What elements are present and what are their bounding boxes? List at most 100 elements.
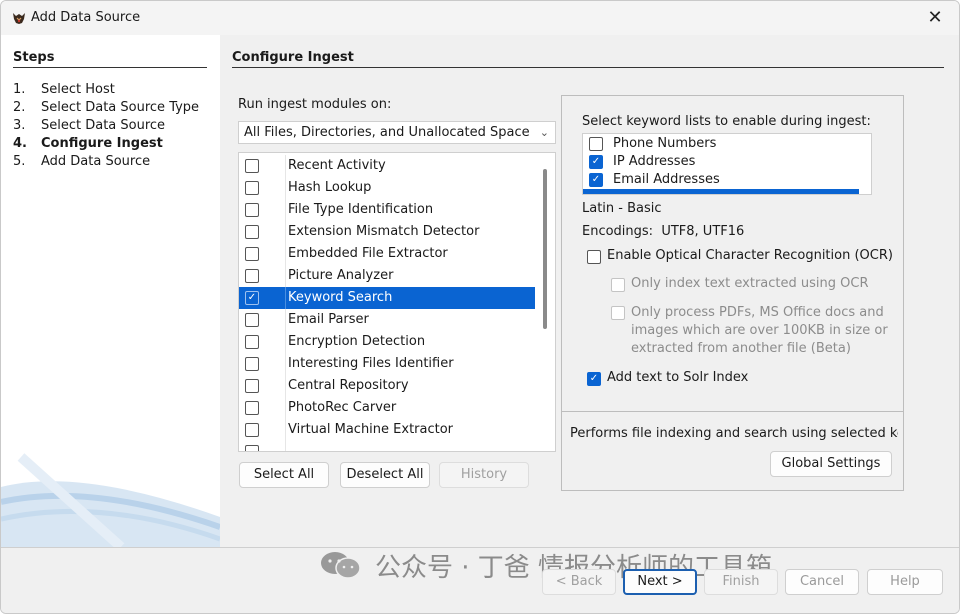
module-row-extension-mismatch[interactable]: Extension Mismatch Detector	[239, 221, 535, 243]
module-checkbox[interactable]	[245, 225, 259, 239]
keyword-checkbox[interactable]	[589, 137, 603, 151]
step-item-active: 4. Configure Ingest	[13, 136, 163, 151]
decorative-swoosh	[1, 453, 220, 547]
cancel-button[interactable]: Cancel	[785, 569, 859, 595]
encodings-value: UTF8, UTF16	[661, 224, 745, 239]
module-description: Performs file indexing and search using …	[570, 426, 898, 441]
keyword-list-label: IP Addresses	[613, 154, 696, 169]
checkbox-icon[interactable]	[611, 306, 625, 320]
steps-list: 1. Select Host 2. Select Data Source Type …	[13, 81, 199, 171]
encodings-label: Encodings:	[582, 224, 654, 239]
keyword-lists[interactable]: Phone Numbers ✓ IP Addresses ✓ Email Addre…	[582, 133, 872, 195]
module-row-central-repository[interactable]: Central Repository	[239, 375, 535, 397]
run-modules-label: Run ingest modules on:	[238, 97, 392, 112]
keyword-list-label: Phone Numbers	[613, 136, 717, 151]
ocr-only-process-label: Only process PDFs, MS Office docs and im…	[631, 304, 888, 358]
module-list-scrollbar[interactable]	[543, 169, 547, 329]
back-button[interactable]: < Back	[542, 569, 616, 595]
encodings-info: Encodings: UTF8, UTF16	[582, 224, 744, 239]
module-row-partial[interactable]	[239, 441, 535, 451]
module-row-interesting-files[interactable]: Interesting Files Identifier	[239, 353, 535, 375]
module-checkbox[interactable]	[245, 203, 259, 217]
module-row-embedded-file[interactable]: Embedded File Extractor	[239, 243, 535, 265]
column-divider	[285, 243, 286, 265]
column-divider	[285, 353, 286, 375]
module-row-encryption-detection[interactable]: Encryption Detection	[239, 331, 535, 353]
ocr-only-index-checkbox[interactable]: Only index text extracted using OCR	[611, 276, 869, 292]
module-row-picture-analyzer[interactable]: Picture Analyzer	[239, 265, 535, 287]
keyword-list-item[interactable]: ✓ IP Addresses	[583, 153, 859, 171]
solr-index-label: Add text to Solr Index	[607, 370, 749, 385]
column-divider	[285, 155, 286, 177]
module-checkbox[interactable]	[245, 269, 259, 283]
run-modules-value: All Files, Directories, and Unallocated …	[244, 125, 530, 140]
configure-ingest-panel: Configure Ingest Run ingest modules on: …	[220, 35, 959, 547]
checkbox-checked-icon[interactable]: ✓	[587, 372, 601, 386]
column-divider	[285, 199, 286, 221]
module-label: Picture Analyzer	[288, 268, 394, 283]
help-button[interactable]: Help	[867, 569, 943, 595]
close-icon: ✕	[927, 7, 943, 28]
module-label: Central Repository	[288, 378, 409, 393]
step-item: 2. Select Data Source Type	[13, 100, 200, 115]
finish-button[interactable]: Finish	[704, 569, 778, 595]
module-checkbox[interactable]	[245, 159, 259, 173]
module-row-recent-activity[interactable]: Recent Activity	[239, 155, 535, 177]
keyword-list-item[interactable]: Phone Numbers	[583, 135, 859, 153]
module-row-hash-lookup[interactable]: Hash Lookup	[239, 177, 535, 199]
column-divider	[285, 441, 286, 451]
checkbox-icon[interactable]	[611, 278, 625, 292]
module-checkbox[interactable]	[245, 423, 259, 437]
step-item: 3. Select Data Source	[13, 118, 166, 133]
deselect-all-button[interactable]: Deselect All	[340, 462, 430, 488]
keyword-list-item[interactable]: ✓ Email Addresses	[583, 171, 859, 189]
keyword-checkbox-checked[interactable]: ✓	[589, 155, 603, 169]
global-settings-button[interactable]: Global Settings	[770, 451, 892, 477]
column-divider	[285, 287, 286, 309]
module-row-vm-extractor[interactable]: Virtual Machine Extractor	[239, 419, 535, 441]
module-checkbox[interactable]	[245, 313, 259, 327]
ocr-process-line: images which are over 100KB in size or	[631, 323, 888, 338]
add-data-source-dialog: Add Data Source ✕ Steps 1. Select Host 2.…	[0, 0, 960, 614]
ocr-checkbox[interactable]: Enable Optical Character Recognition (OC…	[587, 248, 893, 264]
module-checkbox[interactable]	[245, 181, 259, 195]
column-divider	[285, 221, 286, 243]
chevron-down-icon: ⌄	[539, 126, 549, 139]
module-row-photorec-carver[interactable]: PhotoRec Carver	[239, 397, 535, 419]
keyword-list-item-selected[interactable]	[583, 189, 859, 194]
module-checkbox[interactable]	[245, 247, 259, 261]
module-checkbox[interactable]	[245, 401, 259, 415]
close-button[interactable]: ✕	[925, 8, 945, 28]
module-checkbox[interactable]	[245, 379, 259, 393]
module-label: Encryption Detection	[288, 334, 426, 349]
solr-index-checkbox[interactable]: ✓ Add text to Solr Index	[587, 370, 748, 386]
ocr-process-line: Only process PDFs, MS Office docs and	[631, 305, 884, 320]
module-label: Hash Lookup	[288, 180, 372, 195]
ingest-module-list[interactable]: Recent Activity Hash Lookup File Type Id…	[238, 152, 556, 452]
module-row-email-parser[interactable]: Email Parser	[239, 309, 535, 331]
module-row-file-type[interactable]: File Type Identification	[239, 199, 535, 221]
module-label: Keyword Search	[288, 290, 393, 305]
settings-divider	[562, 411, 903, 412]
select-all-button[interactable]: Select All	[239, 462, 329, 488]
module-checkbox[interactable]	[245, 445, 259, 451]
ocr-only-process-checkbox[interactable]: Only process PDFs, MS Office docs and im…	[611, 304, 888, 358]
module-label: Recent Activity	[288, 158, 386, 173]
column-divider	[285, 177, 286, 199]
run-modules-select[interactable]: All Files, Directories, and Unallocated …	[238, 121, 556, 144]
module-checkbox-checked[interactable]: ✓	[245, 291, 259, 305]
module-row-keyword-search[interactable]: ✓ Keyword Search	[239, 287, 535, 309]
keyword-search-settings: Select keyword lists to enable during in…	[561, 95, 904, 491]
ocr-process-line: extracted from another file (Beta)	[631, 341, 851, 356]
module-label: Email Parser	[288, 312, 369, 327]
step-item: 1. Select Host	[13, 82, 115, 97]
keyword-checkbox-checked[interactable]: ✓	[589, 173, 603, 187]
checkbox-icon[interactable]	[587, 250, 601, 264]
history-button[interactable]: History	[439, 462, 529, 488]
module-checkbox[interactable]	[245, 357, 259, 371]
module-label: Interesting Files Identifier	[288, 356, 454, 371]
dialog-footer: 公众号 · 丁爸 情报分析师的工具箱 < Back Next > Finish …	[1, 547, 959, 613]
next-button[interactable]: Next >	[623, 569, 697, 595]
window-title: Add Data Source	[31, 10, 141, 25]
module-checkbox[interactable]	[245, 335, 259, 349]
